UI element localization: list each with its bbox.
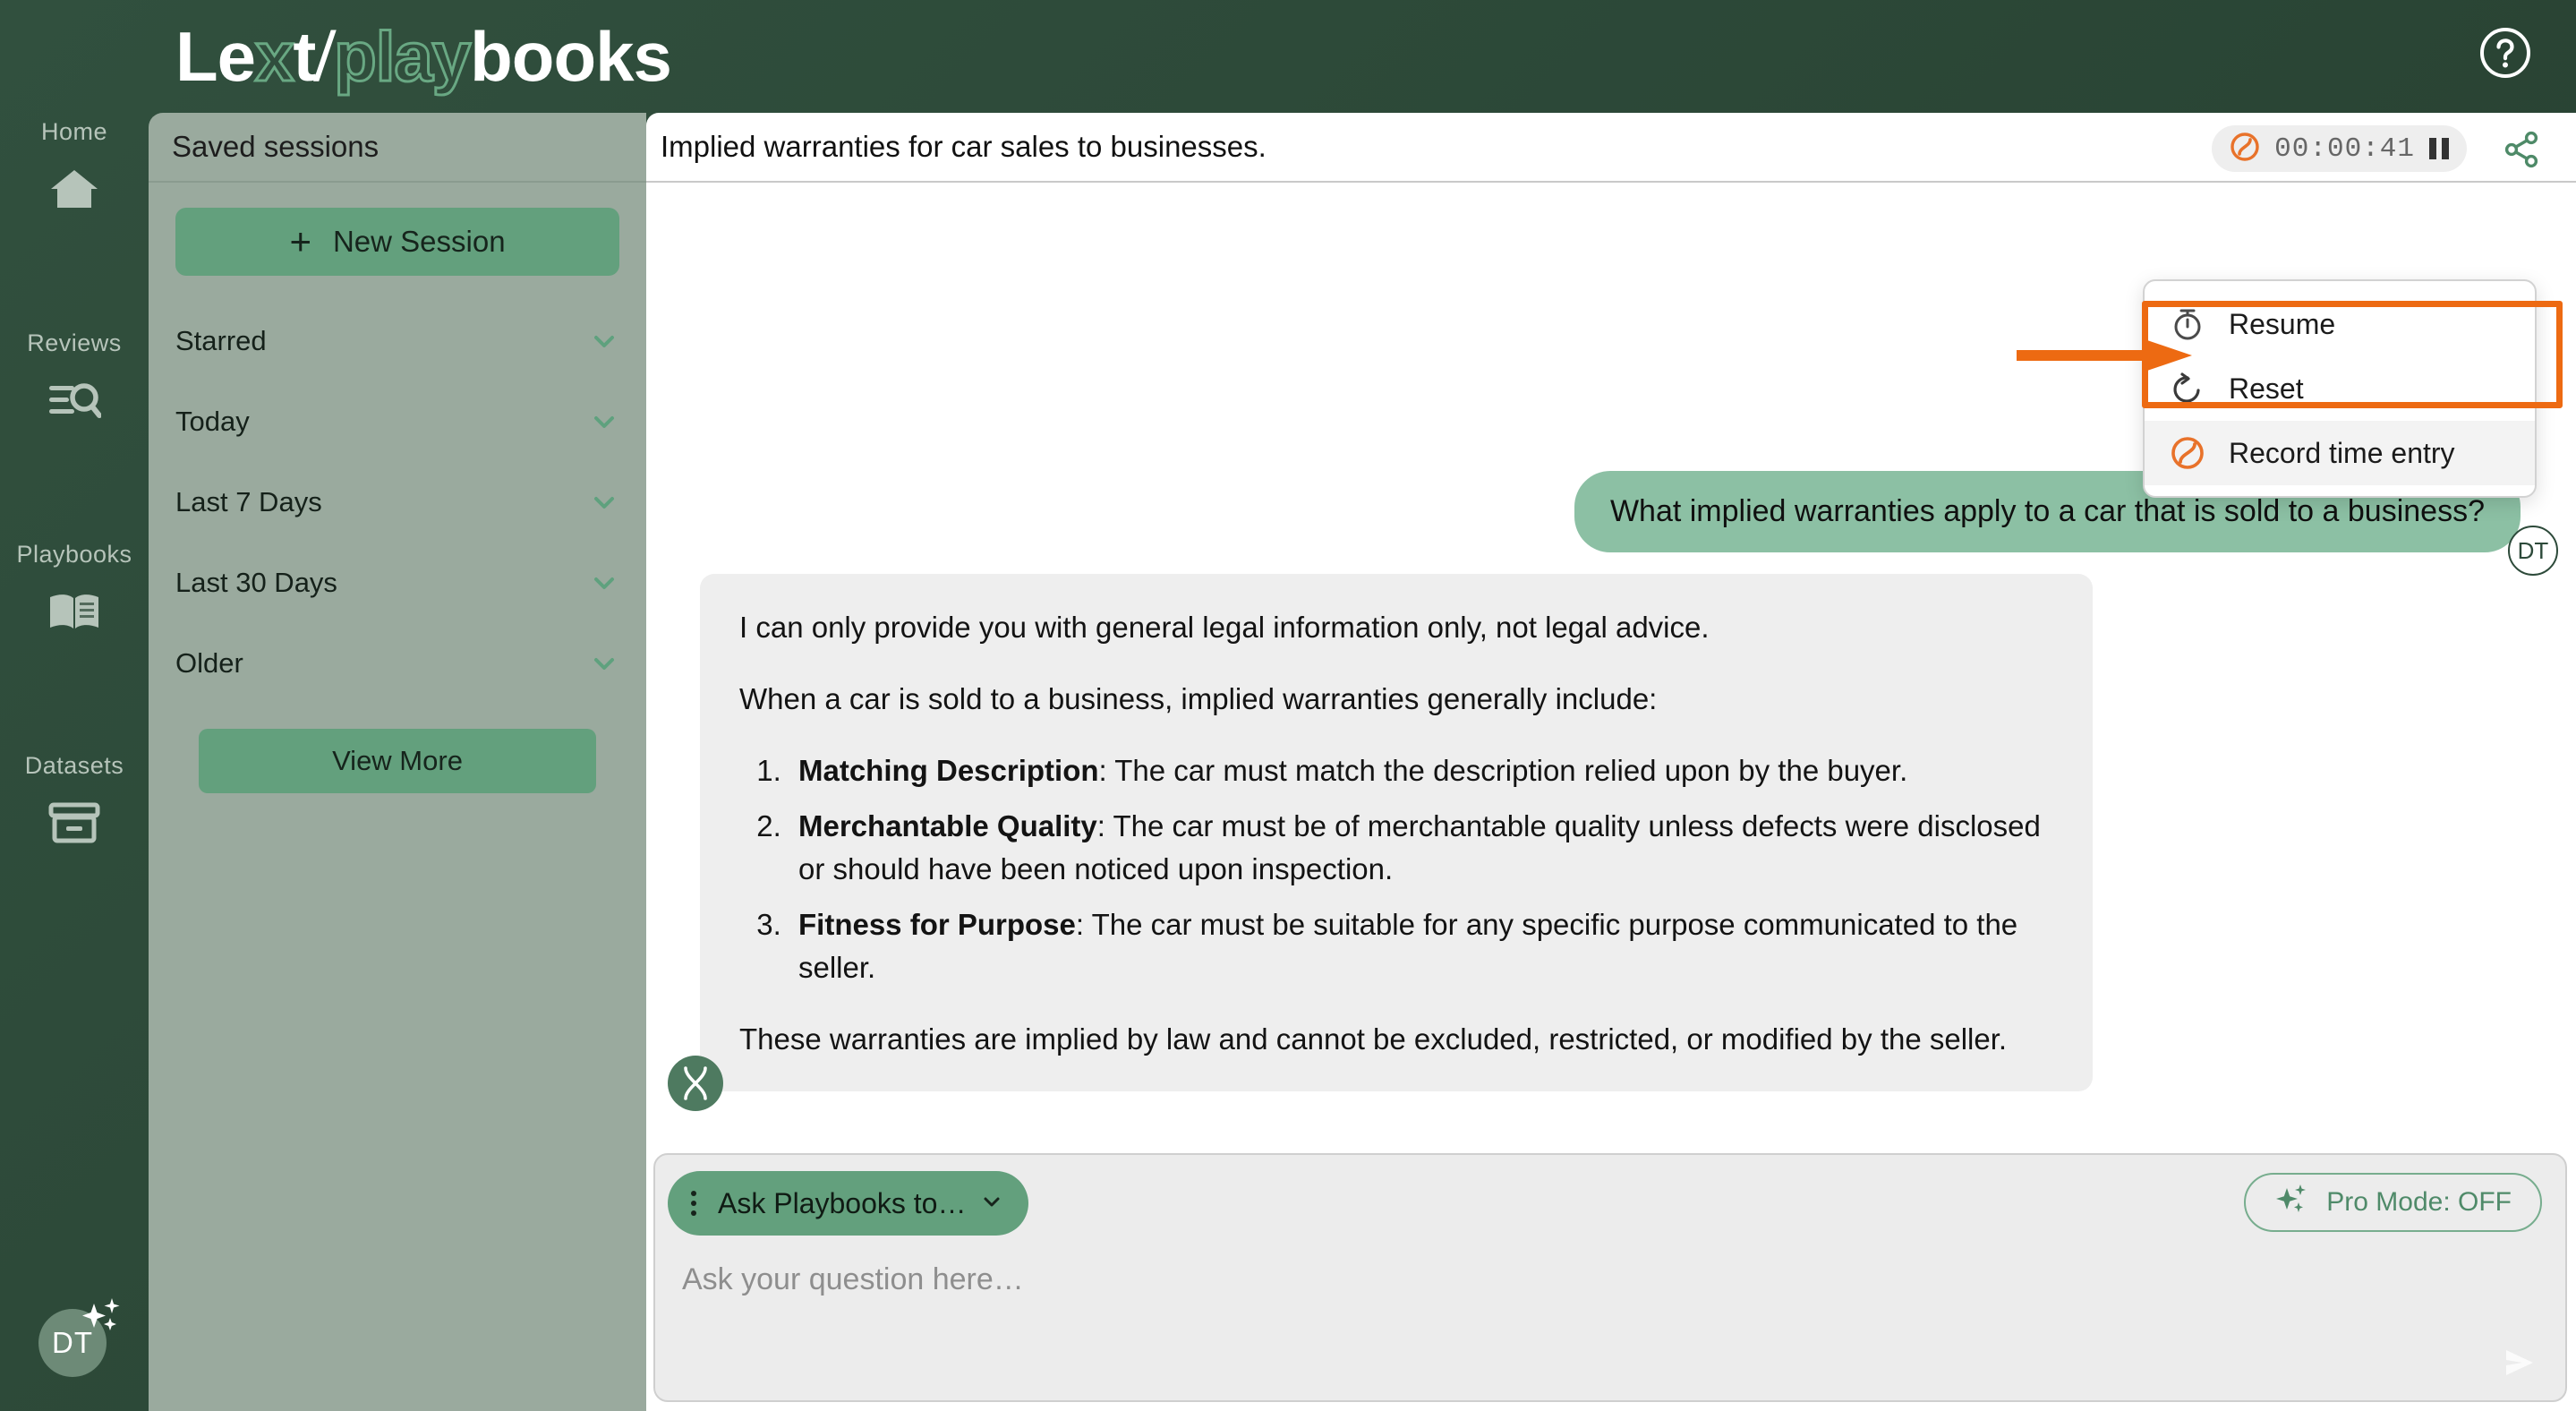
assistant-message-bubble: I can only provide you with general lega… (700, 574, 2093, 1091)
assistant-paragraph-1: I can only provide you with general lega… (739, 611, 1710, 644)
sidebar-item-playbooks[interactable]: Playbooks (0, 539, 149, 637)
send-arrow-icon[interactable] (2494, 1338, 2544, 1388)
chevron-down-icon[interactable] (589, 406, 619, 437)
chat-thread: What implied warranties apply to a car t… (646, 471, 2576, 1111)
message-composer: Ask Playbooks to… Pro Mode: OFF Ask your… (653, 1153, 2567, 1402)
session-category-today[interactable]: Today (175, 381, 619, 462)
question-input-placeholder[interactable]: Ask your question here… (682, 1262, 1024, 1297)
chevron-down-icon[interactable] (589, 326, 619, 356)
list-item-text: : The car must match the description rel… (1098, 754, 1908, 787)
new-session-button[interactable]: + New Session (175, 208, 619, 276)
sidebar-item-home[interactable]: Home (0, 116, 149, 215)
logo-play: play (333, 16, 473, 98)
menu-item-reset[interactable]: Reset (2145, 356, 2535, 421)
list-item: Matching Description: The car must match… (789, 749, 2053, 792)
page-title: Implied warranties for car sales to busi… (661, 130, 1267, 163)
sidebar-item-label: Reviews (27, 329, 122, 356)
view-more-label: View More (332, 745, 463, 776)
list-item-term: Fitness for Purpose (798, 908, 1076, 941)
timer-dropdown-menu: Resume Reset Record time entry (2143, 279, 2537, 498)
open-book-icon (0, 586, 149, 637)
session-category-list: Starred Today Last 7 Days Last 30 Days O… (149, 301, 646, 704)
chevron-down-icon (980, 1187, 1003, 1220)
list-item: Merchantable Quality: The car must be of… (789, 805, 2053, 891)
menu-item-record-time-entry[interactable]: Record time entry (2145, 421, 2535, 485)
menu-item-label: Resume (2229, 307, 2336, 340)
session-header: Implied warranties for car sales to busi… (646, 113, 2576, 183)
sparkles-icon (2274, 1181, 2310, 1224)
chevron-down-icon[interactable] (589, 648, 619, 679)
category-label: Today (175, 406, 250, 437)
session-timer[interactable]: 00:00:41 (2212, 125, 2467, 172)
assistant-warranty-list: Matching Description: The car must match… (789, 749, 2053, 989)
user-avatar-badge: DT (2508, 526, 2558, 576)
new-session-label: New Session (332, 225, 506, 258)
menu-item-resume[interactable]: Resume (2145, 292, 2535, 356)
view-more-button[interactable]: View More (199, 729, 596, 793)
saved-sessions-panel: Saved sessions + New Session Starred Tod… (149, 113, 646, 1411)
logo-le: Le (175, 17, 256, 96)
lext-swirl-icon (2170, 435, 2205, 471)
archive-box-icon (0, 797, 149, 849)
help-circle-icon[interactable] (2478, 25, 2533, 81)
sidebar-item-label: Home (40, 118, 108, 145)
session-category-older[interactable]: Older (175, 623, 619, 704)
menu-item-label: Record time entry (2229, 436, 2455, 469)
app-window: Lext/playbooks Home Reviews Playbooks Da… (0, 0, 2576, 1411)
category-label: Starred (175, 325, 267, 356)
timer-value: 00:00:41 (2274, 133, 2415, 165)
session-category-last-7-days[interactable]: Last 7 Days (175, 462, 619, 543)
sidebar-item-datasets[interactable]: Datasets (0, 750, 149, 849)
sidebar-item-reviews[interactable]: Reviews (0, 328, 149, 426)
lext-swirl-icon (2230, 132, 2260, 167)
assistant-message-row: I can only provide you with general lega… (655, 574, 2567, 1111)
sidebar-item-label: Playbooks (16, 541, 132, 568)
plus-icon: + (289, 220, 311, 262)
pro-mode-toggle[interactable]: Pro Mode: OFF (2244, 1173, 2542, 1232)
app-logo[interactable]: Lext/playbooks (175, 13, 672, 99)
pause-icon[interactable] (2429, 138, 2449, 159)
home-icon (0, 163, 149, 215)
sessions-panel-title: Saved sessions (149, 113, 646, 183)
chevron-down-icon[interactable] (589, 487, 619, 517)
reset-arrow-icon (2170, 371, 2205, 406)
category-label: Last 7 Days (175, 486, 322, 517)
vertical-dots-icon (684, 1191, 704, 1216)
logo-books: books (470, 17, 672, 96)
session-category-starred[interactable]: Starred (175, 301, 619, 381)
stopwatch-icon (2170, 306, 2205, 342)
lext-x-icon (668, 1056, 723, 1111)
sparkles-icon (78, 1295, 126, 1343)
pro-mode-label: Pro Mode: OFF (2326, 1187, 2512, 1217)
category-label: Last 30 Days (175, 567, 337, 598)
list-item-term: Merchantable Quality (798, 809, 1097, 842)
menu-item-label: Reset (2229, 372, 2304, 405)
chevron-down-icon[interactable] (589, 568, 619, 598)
assistant-paragraph-3: These warranties are implied by law and … (739, 1022, 2008, 1056)
logo-t: t (293, 17, 316, 96)
top-bar: Lext/playbooks (0, 0, 2576, 113)
left-nav-rail: Home Reviews Playbooks Datasets DT (0, 113, 149, 1411)
main-content-pane: Implied warranties for car sales to busi… (646, 113, 2576, 1411)
sidebar-item-label: Datasets (24, 752, 124, 779)
logo-x: x (254, 16, 295, 98)
list-item-term: Matching Description (798, 754, 1099, 787)
ask-playbooks-dropdown[interactable]: Ask Playbooks to… (668, 1171, 1029, 1236)
user-avatar[interactable]: DT (38, 1298, 120, 1377)
session-category-last-30-days[interactable]: Last 30 Days (175, 543, 619, 623)
share-icon[interactable] (2501, 129, 2542, 170)
list-item: Fitness for Purpose: The car must be sui… (789, 903, 2053, 989)
search-list-icon (0, 374, 149, 426)
ask-playbooks-label: Ask Playbooks to… (718, 1186, 967, 1219)
assistant-paragraph-2: When a car is sold to a business, implie… (739, 682, 1658, 715)
category-label: Older (175, 647, 243, 679)
